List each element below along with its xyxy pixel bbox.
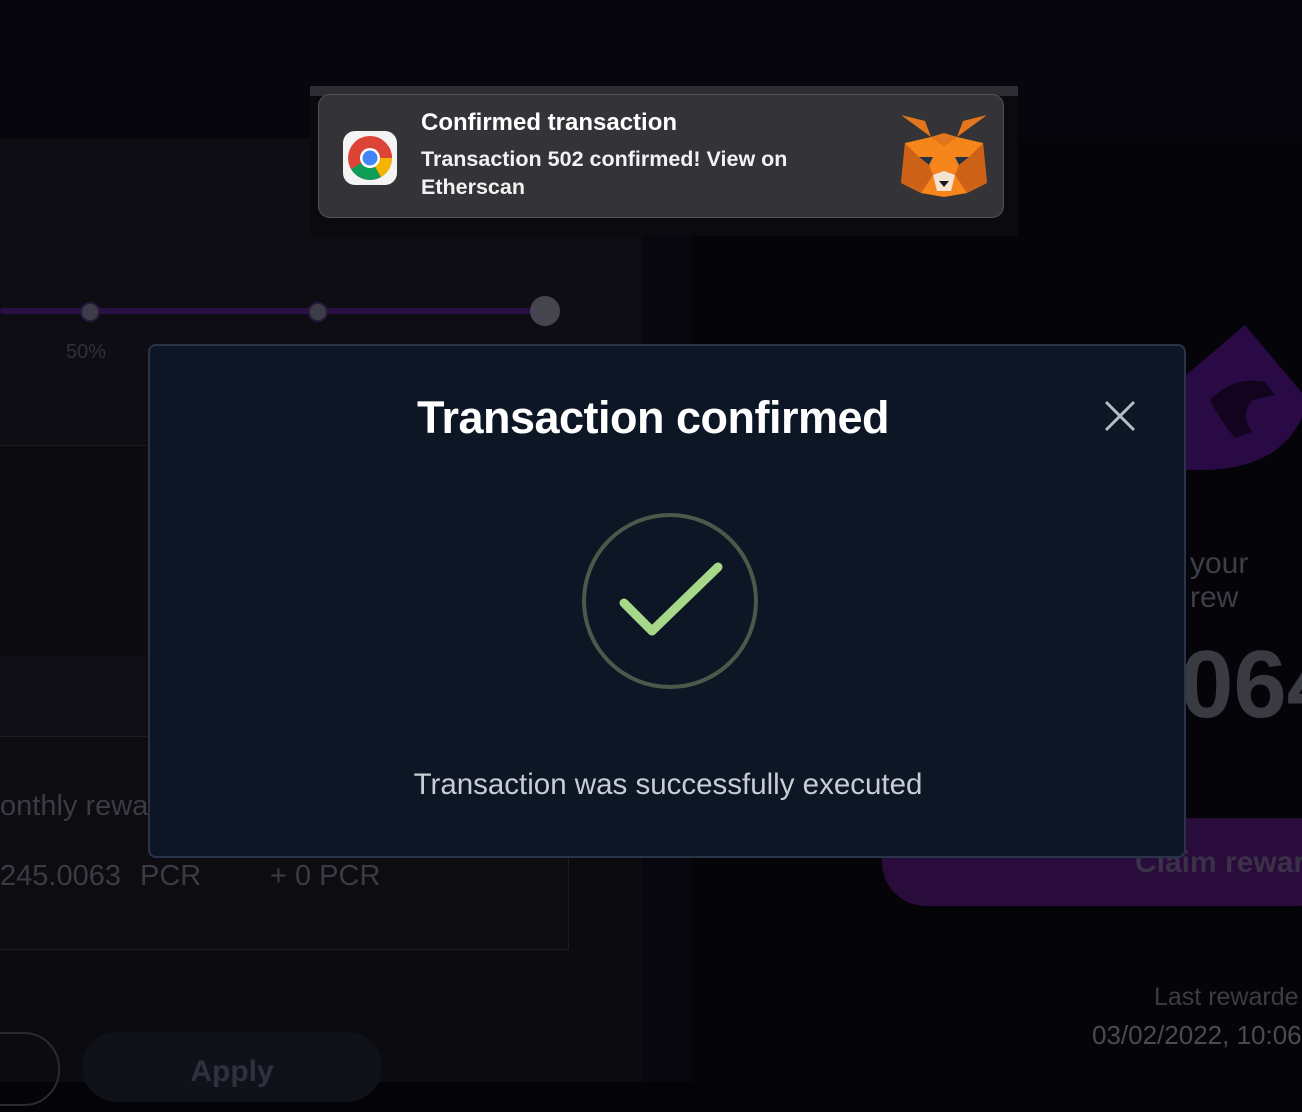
last-rewarded-date: 03/02/2022, 10:06: [1092, 1020, 1302, 1050]
system-notification[interactable]: Confirmed transaction Transaction 502 co…: [318, 94, 1004, 218]
notification-title: Confirmed transaction: [421, 109, 678, 136]
monthly-rewards-unit: PCR: [140, 860, 202, 892]
slider-stop[interactable]: [308, 302, 328, 322]
chrome-icon: [343, 131, 397, 185]
monthly-rewards-value: 245.0063: [0, 860, 121, 892]
pegasus-logo-icon: [1180, 325, 1302, 470]
metamask-fox-icon: [899, 113, 989, 201]
rewards-heading: your rew: [1190, 547, 1249, 614]
slider-label: 50%: [66, 341, 107, 363]
last-rewarded-label: Last rewarde: [1154, 983, 1299, 1011]
monthly-rewards-label: onthly rewa: [0, 790, 149, 822]
rewards-delta: + 0 PCR: [270, 860, 381, 892]
modal-title: Transaction confirmed: [416, 392, 890, 443]
slider-stop[interactable]: [80, 302, 100, 322]
rewards-amount: 064: [1180, 631, 1302, 738]
notification-body: Transaction 502 confirmed! View on Ether…: [421, 147, 788, 199]
transaction-modal: Transaction confirmed Transaction was su…: [148, 344, 1186, 858]
slider-handle[interactable]: [530, 296, 560, 326]
modal-message: Transaction was successfully executed: [413, 768, 923, 801]
apply-button[interactable]: Apply: [82, 1032, 382, 1102]
check-circle-icon: [580, 511, 760, 691]
close-icon[interactable]: [1102, 398, 1138, 434]
